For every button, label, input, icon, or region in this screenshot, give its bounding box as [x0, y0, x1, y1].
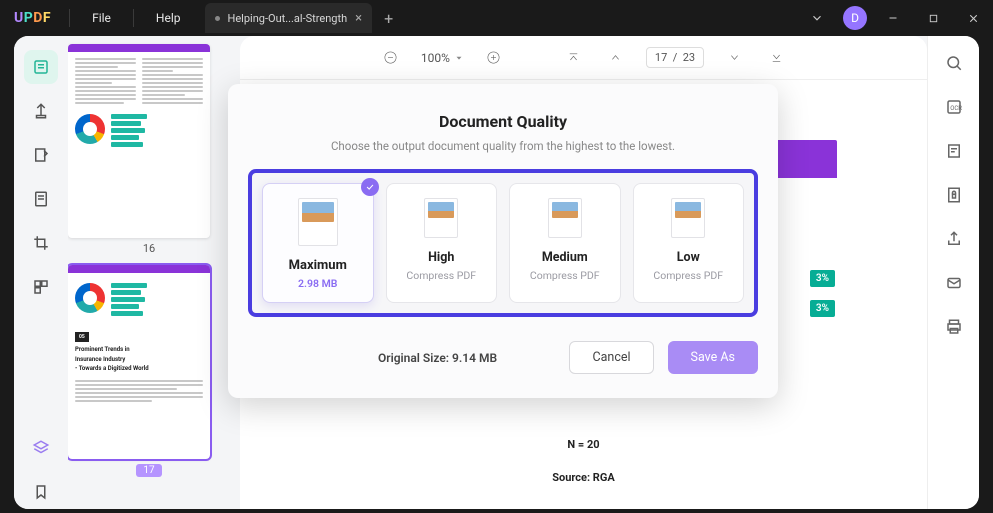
app-logo: UPDF: [0, 10, 65, 26]
page-input[interactable]: 17 / 23: [646, 47, 704, 68]
window-maximize-button[interactable]: [913, 0, 953, 36]
email-icon[interactable]: [945, 274, 963, 296]
zoom-out-button[interactable]: [379, 46, 403, 70]
save-as-button[interactable]: Save As: [668, 341, 758, 374]
tools-icon[interactable]: [24, 270, 58, 304]
chart-source-label: Source: RGA: [300, 471, 867, 484]
selected-check-icon: [361, 178, 379, 196]
left-toolbar: [14, 36, 68, 509]
first-page-button[interactable]: [562, 46, 586, 70]
right-toolbar: OCR: [927, 36, 979, 509]
tab-title: Helping-Out...al-Strength: [228, 12, 348, 25]
quality-option-maximum[interactable]: Maximum 2.98 MB: [262, 183, 374, 303]
menu-help[interactable]: Help: [138, 11, 199, 25]
user-avatar[interactable]: D: [843, 6, 867, 30]
protect-icon[interactable]: [945, 186, 963, 208]
quality-option-medium[interactable]: Medium Compress PDF: [509, 183, 621, 303]
dialog-title: Document Quality: [248, 112, 758, 131]
thumbnail-label: 17: [68, 463, 230, 476]
menu-file[interactable]: File: [74, 11, 129, 25]
cancel-button[interactable]: Cancel: [569, 341, 653, 374]
tab-indicator-icon: [215, 16, 220, 21]
data-badge: 3%: [810, 270, 835, 287]
zoom-in-button[interactable]: [482, 46, 506, 70]
chart-n-label: N = 20: [300, 438, 867, 451]
add-tab-button[interactable]: +: [384, 9, 393, 28]
quality-option-high[interactable]: High Compress PDF: [386, 183, 498, 303]
reader-tool-icon[interactable]: [24, 50, 58, 84]
crop-tool-icon[interactable]: [24, 226, 58, 260]
quality-options: Maximum 2.98 MB High Compress PDF Medium…: [248, 169, 758, 317]
organize-tool-icon[interactable]: [24, 182, 58, 216]
ocr-icon[interactable]: OCR: [945, 98, 963, 120]
thumbnail-17[interactable]: 05 Prominent Trends in Insurance Industr…: [68, 265, 230, 476]
data-badge: 3%: [810, 300, 835, 317]
original-size-label: Original Size: 9.14 MB: [378, 351, 497, 365]
search-icon[interactable]: [945, 54, 963, 76]
prev-page-button[interactable]: [604, 46, 628, 70]
dialog-subtitle: Choose the output document quality from …: [248, 139, 758, 153]
quality-option-low[interactable]: Low Compress PDF: [633, 183, 745, 303]
close-tab-icon[interactable]: ×: [355, 11, 362, 26]
comment-tool-icon[interactable]: [24, 94, 58, 128]
edit-tool-icon[interactable]: [24, 138, 58, 172]
titlebar: UPDF File Help Helping-Out...al-Strength…: [0, 0, 993, 36]
thumbnail-panel: 16 05 Prominent Trends in Insurance Indu…: [68, 36, 240, 509]
layers-icon[interactable]: [24, 431, 58, 465]
dropdown-button[interactable]: [797, 0, 837, 36]
document-tab[interactable]: Helping-Out...al-Strength ×: [205, 3, 373, 33]
viewer-toolbar: 100% 17 / 23: [240, 36, 927, 80]
window-minimize-button[interactable]: [873, 0, 913, 36]
document-quality-dialog: Document Quality Choose the output docum…: [228, 84, 778, 398]
form-icon[interactable]: [945, 142, 963, 164]
share-icon[interactable]: [945, 230, 963, 252]
thumbnail-label: 16: [68, 242, 230, 255]
bookmark-icon[interactable]: [24, 475, 58, 509]
print-icon[interactable]: [945, 318, 963, 340]
svg-text:OCR: OCR: [950, 105, 962, 112]
next-page-button[interactable]: [722, 46, 746, 70]
thumbnail-16[interactable]: 16: [68, 44, 230, 255]
last-page-button[interactable]: [764, 46, 788, 70]
zoom-level[interactable]: 100%: [421, 51, 464, 65]
window-close-button[interactable]: [953, 0, 993, 36]
